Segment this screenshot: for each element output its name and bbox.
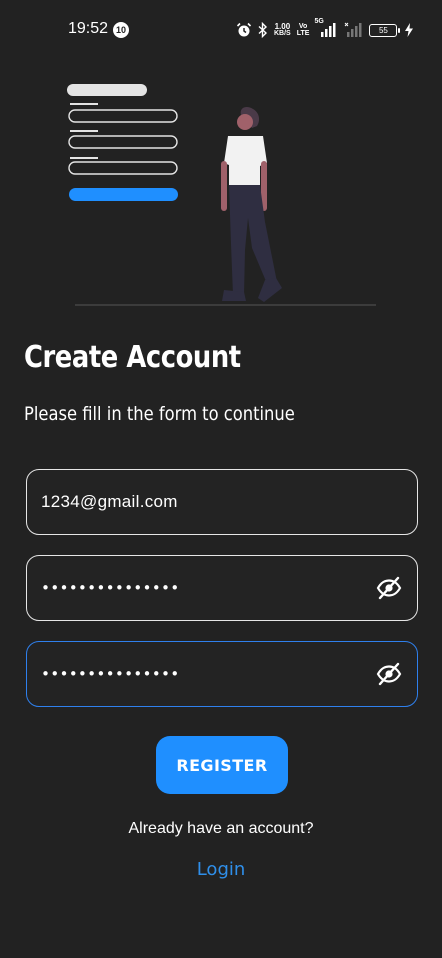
bluetooth-icon [258, 22, 268, 38]
register-button[interactable]: REGISTER [156, 736, 288, 794]
page-title: Create Account [24, 340, 241, 375]
charging-icon [405, 23, 414, 37]
email-input[interactable] [41, 492, 403, 512]
signal-5g-icon: 5G [314, 18, 337, 38]
page-subtitle: Please fill in the form to continue [24, 403, 295, 425]
eye-off-icon[interactable] [375, 660, 403, 688]
status-time: 19:52 [68, 20, 109, 37]
status-bar: 19:52 10 1.00 KB/S Vo LTE 5G 55 [0, 0, 442, 60]
network-speed-indicator: 1.00 KB/S [274, 22, 291, 38]
volte-indicator: Vo LTE [297, 23, 310, 37]
signal-sim2-icon [343, 22, 363, 38]
status-icons: 1.00 KB/S Vo LTE 5G 55 [236, 18, 414, 42]
already-have-account-text: Already have an account? [128, 820, 314, 837]
email-field[interactable] [26, 469, 418, 535]
net-speed-unit: KB/S [274, 30, 291, 37]
volte-bottom: LTE [296, 30, 310, 37]
net-speed-value: 1.00 [274, 22, 291, 31]
password-value[interactable]: ••••••••••••••• [41, 579, 375, 597]
alarm-icon [236, 22, 252, 38]
volte-top: Vo [298, 23, 308, 30]
confirm-password-field[interactable]: ••••••••••••••• [26, 641, 418, 707]
eye-off-icon[interactable] [375, 574, 403, 602]
register-screen: 19:52 10 1.00 KB/S Vo LTE 5G 55 Create A… [0, 0, 442, 958]
password-field[interactable]: ••••••••••••••• [26, 555, 418, 621]
network-type-label: 5G [314, 18, 324, 25]
login-link[interactable]: Login [0, 859, 442, 880]
confirm-password-value[interactable]: ••••••••••••••• [41, 665, 375, 683]
notification-count-badge: 10 [113, 22, 129, 38]
battery-icon: 55 [369, 23, 401, 37]
signup-illustration [67, 84, 376, 306]
